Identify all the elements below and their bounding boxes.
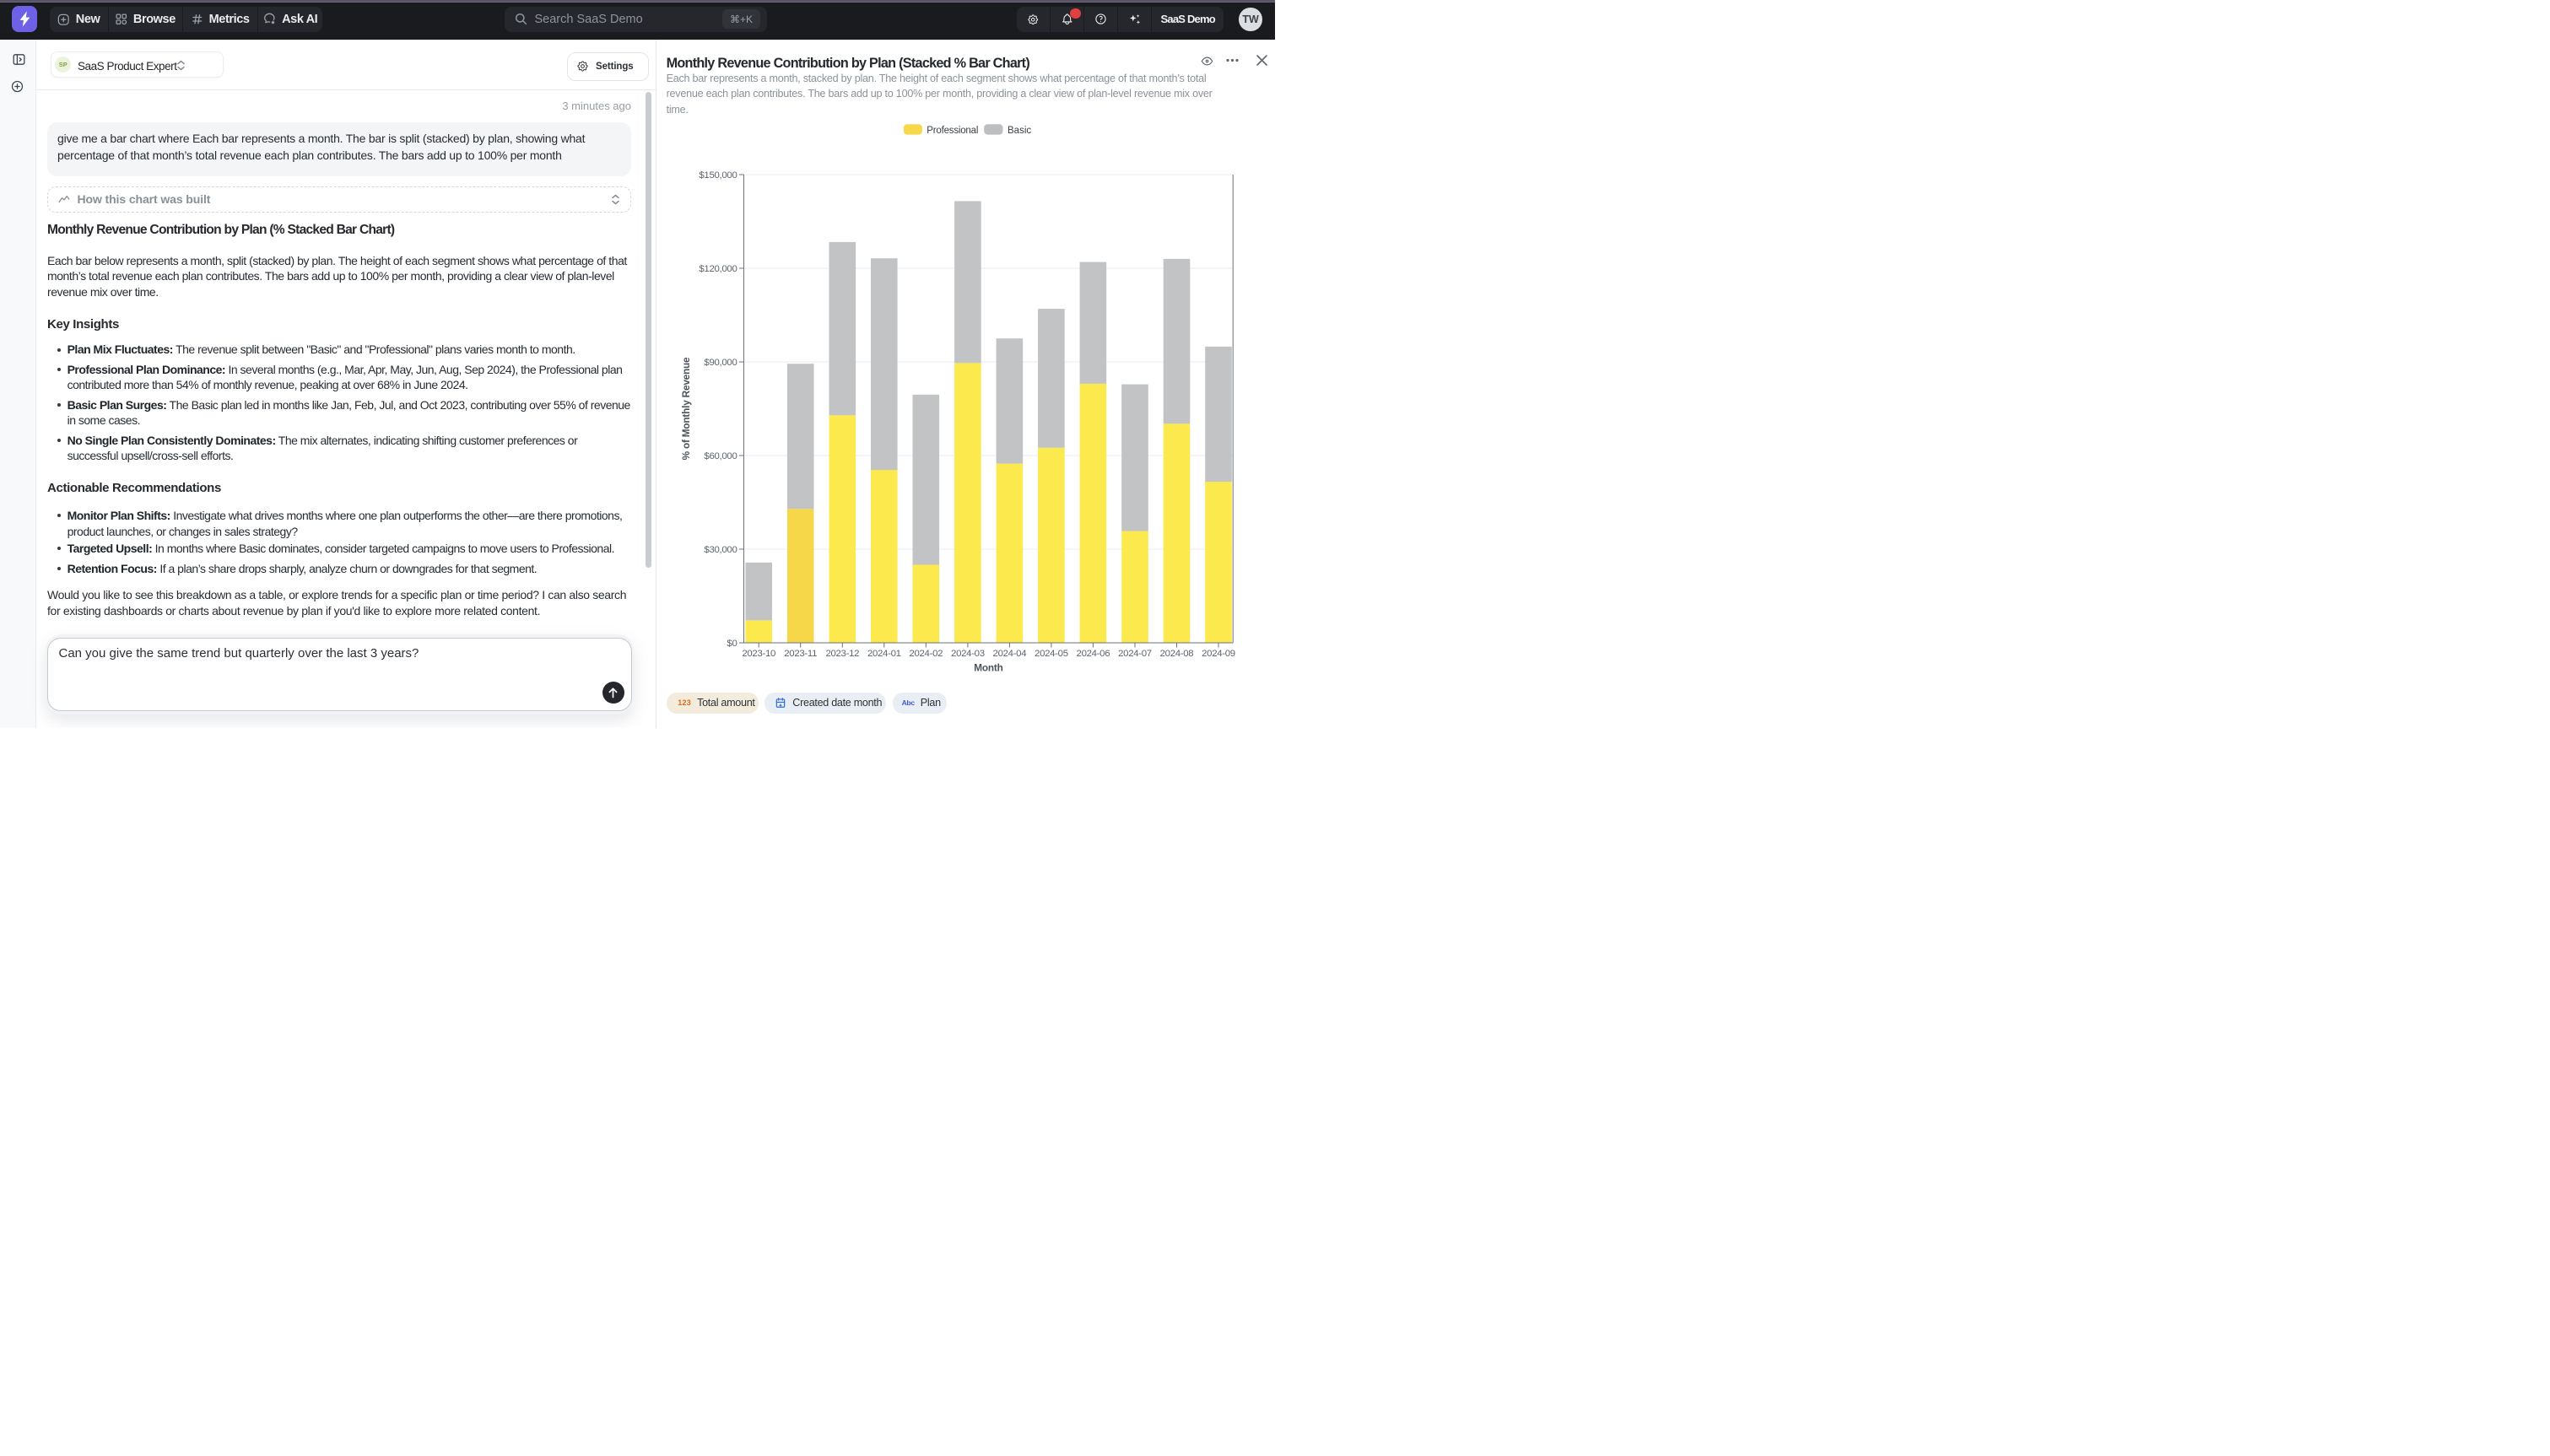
svg-text:2024-04: 2024-04 xyxy=(993,649,1027,659)
svg-text:$60,000: $60,000 xyxy=(704,451,737,461)
svg-text:2024-07: 2024-07 xyxy=(1118,649,1152,659)
svg-text:Month: Month xyxy=(974,661,1002,673)
svg-text:2024-06: 2024-06 xyxy=(1077,649,1110,659)
svg-text:Basic: Basic xyxy=(1008,126,1031,136)
svg-text:2023-12: 2023-12 xyxy=(825,649,859,659)
svg-text:2023-10: 2023-10 xyxy=(742,649,775,659)
svg-text:% of Monthly Revenue: % of Monthly Revenue xyxy=(680,357,692,460)
svg-text:2024-02: 2024-02 xyxy=(909,649,943,659)
svg-text:$150,000: $150,000 xyxy=(699,170,737,181)
svg-text:2024-01: 2024-01 xyxy=(867,649,901,659)
svg-text:2024-08: 2024-08 xyxy=(1160,649,1194,659)
svg-text:2024-05: 2024-05 xyxy=(1035,649,1068,659)
svg-text:$90,000: $90,000 xyxy=(704,358,737,368)
svg-text:$0: $0 xyxy=(727,639,737,649)
svg-text:2023-11: 2023-11 xyxy=(784,649,817,659)
svg-text:Professional: Professional xyxy=(927,126,978,136)
svg-text:2024-09: 2024-09 xyxy=(1202,649,1235,659)
svg-text:$30,000: $30,000 xyxy=(704,545,737,555)
svg-text:2024-03: 2024-03 xyxy=(951,649,985,659)
svg-text:$120,000: $120,000 xyxy=(699,264,737,274)
